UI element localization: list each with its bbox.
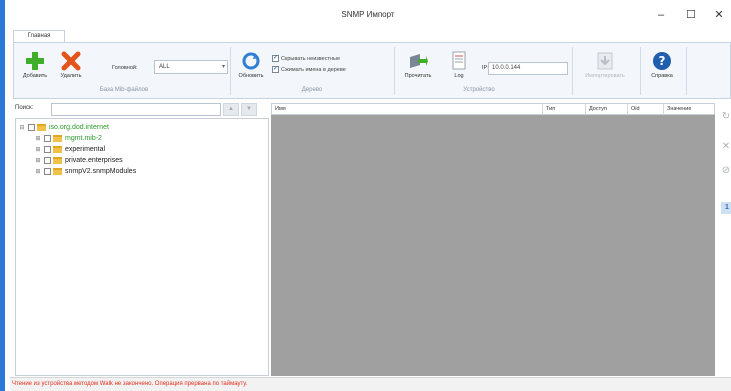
search-prev-button[interactable]: ▲ <box>223 103 239 116</box>
search-next-button[interactable]: ▼ <box>241 103 257 116</box>
group-divider <box>230 47 231 95</box>
folder-icon <box>53 145 62 153</box>
maximize-button[interactable]: ☐ <box>681 8 701 22</box>
close-icon: ✕ <box>721 141 731 152</box>
tree-node-label: private.enterprises <box>65 157 123 164</box>
expand-icon[interactable]: ⊞ <box>34 167 42 177</box>
refresh-icon: ↻ <box>721 111 731 122</box>
help-icon: ? <box>652 51 672 71</box>
tab-home[interactable]: Главная <box>13 30 65 42</box>
folder-icon <box>53 134 62 142</box>
tree-node[interactable]: ⊞ experimental <box>34 145 105 155</box>
read-label: Прочитать <box>404 73 432 79</box>
tree-node-label: iso.org.dod.internet <box>49 124 109 131</box>
group-divider <box>394 47 395 95</box>
plus-icon <box>25 51 45 71</box>
group-divider <box>686 47 687 95</box>
group-divider <box>572 47 573 95</box>
tree-checkbox[interactable] <box>28 123 35 131</box>
status-bar: Чтение из устройства методом Walk не зак… <box>10 377 731 391</box>
expand-icon[interactable]: ⊞ <box>34 134 42 144</box>
grid-header: Имя Тип Доступ Oid Значение <box>271 103 715 115</box>
mib-tree[interactable]: ⊟ iso.org.dod.internet ⊞ mgmt.mib-2 ⊞ exper… <box>15 118 269 376</box>
head-select[interactable]: ALL ▾ <box>154 60 228 74</box>
title-bar: SNMP Импорт – ☐ ✕ <box>5 0 731 30</box>
import-button[interactable]: Импортировать <box>574 51 636 79</box>
folder-icon <box>53 156 62 164</box>
ribbon-tabs: Главная <box>13 30 731 42</box>
group-divider <box>640 47 641 95</box>
folder-icon <box>53 167 62 175</box>
column-header-oid[interactable]: Oid <box>627 104 663 115</box>
mib-group-label: База Mib-файлов <box>99 87 149 93</box>
import-label: Импортировать <box>585 73 625 79</box>
cancel-icon: ⊘ <box>721 165 731 176</box>
head-value: ALL <box>159 64 170 70</box>
tree-checkbox[interactable] <box>44 145 51 153</box>
minimize-button[interactable]: – <box>651 8 671 22</box>
tree-checkbox[interactable] <box>44 167 51 175</box>
log-document-icon <box>449 51 469 71</box>
help-label: Справка <box>651 73 673 79</box>
ip-input[interactable]: 10.0.0.144 <box>488 62 568 75</box>
tree-node[interactable]: ⊞ snmpV2.snmpModules <box>34 167 136 177</box>
read-button[interactable]: Прочитать <box>398 51 438 79</box>
close-button[interactable]: ✕ <box>709 8 729 22</box>
search-bar: Поиск: ▲ ▼ <box>15 102 269 118</box>
delete-button[interactable]: Удалить <box>54 51 88 79</box>
tree-checkbox[interactable] <box>44 134 51 142</box>
compress-names-checkbox[interactable]: ✓ Сжимать имена в дереве <box>272 66 346 73</box>
expand-icon[interactable]: ⊞ <box>34 145 42 155</box>
search-input[interactable] <box>51 103 221 116</box>
side-refresh-button[interactable]: ↻ <box>719 110 731 124</box>
delete-label: Удалить <box>60 73 82 79</box>
search-label: Поиск: <box>15 105 34 111</box>
status-message: Чтение из устройства методом Walk не зак… <box>12 381 248 387</box>
side-delete-button[interactable]: ✕ <box>719 140 731 154</box>
refresh-label: Обновить <box>238 73 264 79</box>
log-label: Log <box>454 73 464 79</box>
hide-unknown-checkbox[interactable]: ✓ Скрывать неизвестные <box>272 55 340 62</box>
app-window: SNMP Импорт – ☐ ✕ Главная Добавить Удали… <box>0 0 731 391</box>
hide-unknown-label: Скрывать неизвестные <box>281 55 341 62</box>
arrow-up-icon: ▲ <box>228 106 234 112</box>
tree-node[interactable]: ⊞ mgmt.mib-2 <box>34 134 102 144</box>
expand-icon[interactable]: ⊞ <box>34 156 42 166</box>
add-button[interactable]: Добавить <box>18 51 52 79</box>
svg-text:?: ? <box>659 54 666 68</box>
tree-node-label: experimental <box>65 146 106 153</box>
column-header-name[interactable]: Имя <box>272 104 542 115</box>
folder-icon <box>37 123 46 131</box>
compress-names-label: Сжимать имена в дереве <box>281 66 346 73</box>
chevron-down-icon: ▾ <box>221 64 225 70</box>
add-label: Добавить <box>22 73 48 79</box>
side-cancel-button[interactable]: ⊘ <box>719 164 731 178</box>
column-header-type[interactable]: Тип <box>542 104 585 115</box>
window-title: SNMP Импорт <box>341 10 395 19</box>
collapse-icon[interactable]: ⊟ <box>18 123 26 133</box>
refresh-icon <box>241 51 261 71</box>
read-device-icon <box>408 51 428 71</box>
refresh-button[interactable]: Обновить <box>233 51 269 79</box>
check-icon: ✓ <box>272 66 279 73</box>
import-icon <box>595 51 615 71</box>
tree-node-label: mgmt.mib-2 <box>65 135 102 142</box>
ribbon: Добавить Удалить Головной: ALL ▾ База Mi… <box>13 42 731 99</box>
device-group-label: Устройство <box>463 87 495 93</box>
column-header-access[interactable]: Доступ <box>585 104 627 115</box>
tree-checkbox[interactable] <box>44 156 51 164</box>
grid-body[interactable] <box>271 115 715 376</box>
count-badge: 1 <box>721 202 731 214</box>
check-icon: ✓ <box>272 55 279 62</box>
tree-node-root[interactable]: ⊟ iso.org.dod.internet <box>18 123 109 133</box>
tree-group-label: Дерево <box>301 87 323 93</box>
log-button[interactable]: Log <box>448 51 470 79</box>
delete-x-icon <box>61 51 81 71</box>
tree-node-label: snmpV2.snmpModules <box>65 168 137 175</box>
column-header-value[interactable]: Значение <box>663 104 715 115</box>
head-label: Головной: <box>112 65 138 71</box>
arrow-down-icon: ▼ <box>246 106 252 112</box>
help-button[interactable]: ? Справка <box>644 51 680 79</box>
tree-node[interactable]: ⊞ private.enterprises <box>34 156 123 166</box>
